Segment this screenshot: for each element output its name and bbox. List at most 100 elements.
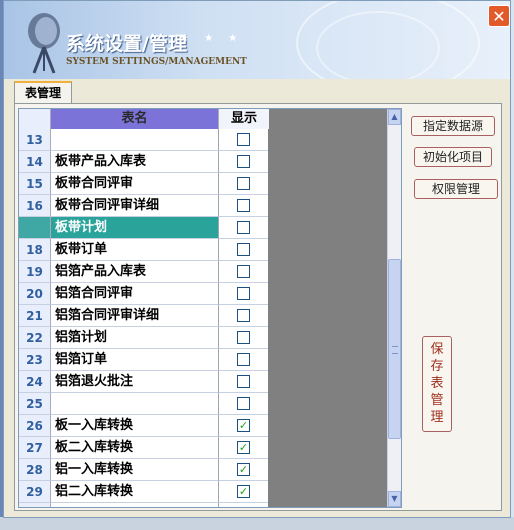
show-checkbox[interactable]: [237, 243, 250, 256]
table-row[interactable]: 28 铝一入库转换 ✓: [19, 459, 268, 481]
scroll-up-icon[interactable]: ▲: [388, 109, 401, 125]
column-header-show[interactable]: 显示: [219, 109, 269, 129]
table-row[interactable]: 25: [19, 393, 268, 415]
row-number: 26: [19, 415, 51, 437]
table-name-cell[interactable]: [51, 129, 219, 151]
show-checkbox[interactable]: [237, 309, 250, 322]
table-name-cell[interactable]: 板一入库转换: [51, 415, 219, 437]
show-cell: ✓: [219, 437, 268, 459]
show-checkbox[interactable]: [237, 199, 250, 212]
table-name-cell[interactable]: 板二入库转换: [51, 437, 219, 459]
table-row[interactable]: 19 铝箔产品入库表: [19, 261, 268, 283]
row-number: 30: [19, 503, 51, 507]
row-number: 19: [19, 261, 51, 283]
row-number: 27: [19, 437, 51, 459]
scrollbar-thumb[interactable]: [388, 259, 401, 439]
row-number: 17: [19, 217, 51, 239]
show-cell: [219, 305, 268, 327]
show-checkbox[interactable]: ✓: [237, 463, 250, 476]
table-name-cell[interactable]: 铝箔计划: [51, 327, 219, 349]
save-table-button[interactable]: 保存表管理: [422, 336, 452, 432]
table-name-cell[interactable]: [51, 503, 219, 507]
show-cell: [219, 195, 268, 217]
show-cell: ✓: [219, 481, 268, 503]
table-name-cell[interactable]: 铝箔产品入库表: [51, 261, 219, 283]
tab-table-management[interactable]: 表管理: [14, 81, 72, 103]
table-name-cell[interactable]: 板带订单: [51, 239, 219, 261]
banner-decoration: [316, 11, 440, 79]
init-project-button[interactable]: 初始化项目: [414, 147, 492, 167]
table-row[interactable]: 26 板一入库转换 ✓: [19, 415, 268, 437]
show-cell: [219, 349, 268, 371]
show-checkbox[interactable]: [237, 375, 250, 388]
row-number: 18: [19, 239, 51, 261]
table-grid: 表名 显示 13 14 板带产品入库表 15 板带合同评审 16 板带合同评审详细 17 板带计…: [18, 108, 402, 508]
show-checkbox[interactable]: [237, 177, 250, 190]
table-row[interactable]: 23 铝箔订单: [19, 349, 268, 371]
table-name-cell[interactable]: [51, 393, 219, 415]
show-checkbox[interactable]: [237, 331, 250, 344]
table-row[interactable]: 27 板二入库转换 ✓: [19, 437, 268, 459]
table-name-cell[interactable]: 铝箔合同评审详细: [51, 305, 219, 327]
decorative-stars: ★ ★ ★: [180, 33, 244, 44]
table-name-cell[interactable]: 铝二入库转换: [51, 481, 219, 503]
show-cell: [219, 239, 268, 261]
set-datasource-button[interactable]: 指定数据源: [411, 116, 495, 136]
table-row[interactable]: 18 板带订单: [19, 239, 268, 261]
table-name-cell[interactable]: 铝箔合同评审: [51, 283, 219, 305]
row-number: 14: [19, 151, 51, 173]
show-cell: [219, 217, 268, 239]
show-checkbox[interactable]: [237, 221, 250, 234]
row-number: 21: [19, 305, 51, 327]
show-cell: [219, 151, 268, 173]
table-row[interactable]: 16 板带合同评审详细: [19, 195, 268, 217]
show-cell: [219, 327, 268, 349]
show-checkbox[interactable]: [237, 353, 250, 366]
row-number: 25: [19, 393, 51, 415]
table-name-cell[interactable]: 板带产品入库表: [51, 151, 219, 173]
table-row[interactable]: 17 板带计划: [19, 217, 268, 239]
permissions-button[interactable]: 权限管理: [414, 179, 498, 199]
row-number: 13: [19, 129, 51, 151]
table-row[interactable]: 22 铝箔计划: [19, 327, 268, 349]
table-row[interactable]: 13: [19, 129, 268, 151]
show-checkbox[interactable]: [237, 397, 250, 410]
vertical-scrollbar[interactable]: ▲ ▼: [387, 109, 401, 507]
show-checkbox[interactable]: ✓: [237, 419, 250, 432]
show-checkbox[interactable]: ✓: [237, 485, 250, 498]
show-checkbox[interactable]: [237, 507, 250, 508]
column-header-name[interactable]: 表名: [51, 109, 219, 129]
table-row[interactable]: 29 铝二入库转换 ✓: [19, 481, 268, 503]
table-name-cell[interactable]: 铝一入库转换: [51, 459, 219, 481]
table-name-cell[interactable]: 板带合同评审: [51, 173, 219, 195]
scroll-down-icon[interactable]: ▼: [388, 491, 401, 507]
table-row[interactable]: 14 板带产品入库表: [19, 151, 268, 173]
table-name-cell[interactable]: 铝箔订单: [51, 349, 219, 371]
row-number: 24: [19, 371, 51, 393]
row-number: 29: [19, 481, 51, 503]
table-name-cell[interactable]: 板带计划: [51, 217, 219, 239]
close-button[interactable]: ✕: [488, 5, 510, 27]
table-row[interactable]: 21 铝箔合同评审详细: [19, 305, 268, 327]
table-row[interactable]: 30: [19, 503, 268, 508]
show-cell: [219, 129, 268, 151]
grip-icon: [392, 346, 398, 354]
table-row[interactable]: 20 铝箔合同评审: [19, 283, 268, 305]
row-number: 23: [19, 349, 51, 371]
row-number: 16: [19, 195, 51, 217]
tab-panel: 表名 显示 13 14 板带产品入库表 15 板带合同评审 16 板带合同评审详细 17 板带计…: [14, 103, 502, 511]
show-checkbox[interactable]: [237, 155, 250, 168]
show-checkbox[interactable]: [237, 133, 250, 146]
show-checkbox[interactable]: ✓: [237, 441, 250, 454]
table-row[interactable]: 24 铝箔退火批注: [19, 371, 268, 393]
show-checkbox[interactable]: [237, 265, 250, 278]
table-name-cell[interactable]: 铝箔退火批注: [51, 371, 219, 393]
show-cell: [219, 371, 268, 393]
window-subtitle: SYSTEM SETTINGS/MANAGEMENT: [66, 57, 247, 67]
row-number: 15: [19, 173, 51, 195]
table-name-cell[interactable]: 板带合同评审详细: [51, 195, 219, 217]
show-checkbox[interactable]: [237, 287, 250, 300]
show-cell: [219, 503, 268, 508]
window-title: 系统设置/管理: [66, 33, 187, 55]
table-row[interactable]: 15 板带合同评审: [19, 173, 268, 195]
